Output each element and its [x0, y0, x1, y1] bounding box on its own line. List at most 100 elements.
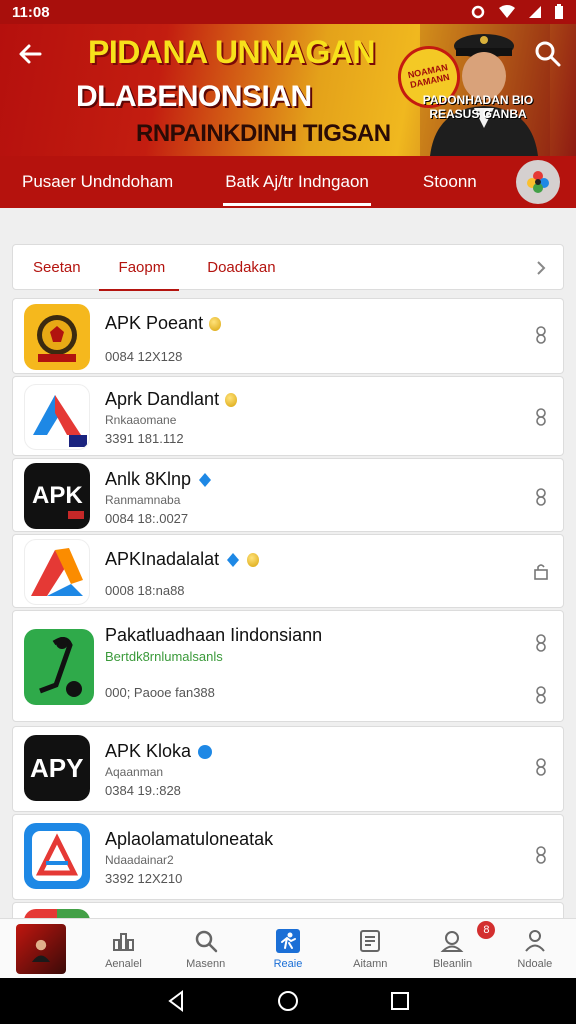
- nav-notifications[interactable]: Bleanlin 8: [411, 919, 496, 978]
- status-bar: 11:08: [0, 0, 576, 24]
- subtab-1[interactable]: Seetan: [33, 244, 81, 290]
- app-name-text: APKInadalalat: [105, 549, 220, 569]
- download-icon[interactable]: [533, 325, 549, 345]
- runner-icon: [275, 928, 300, 953]
- search-icon[interactable]: [532, 38, 564, 70]
- nav-documents[interactable]: Aitamn: [329, 919, 411, 978]
- nav-label: Reaie: [273, 957, 303, 970]
- app-name: APK Poeant: [105, 313, 222, 334]
- app-subtitle: Aqaanman: [105, 765, 164, 779]
- tab-main-3[interactable]: Stoonn: [423, 156, 477, 208]
- download-icon[interactable]: [533, 845, 549, 865]
- app-meta: 3391 181.112: [105, 431, 184, 446]
- nav-account[interactable]: Ndoale: [494, 919, 576, 978]
- profile-card-icon: [440, 930, 463, 952]
- document-icon: [360, 929, 381, 952]
- app-list-item[interactable]: [12, 902, 564, 918]
- signal-icon: [529, 6, 541, 18]
- app-subtitle: Ndaadainar2: [105, 853, 174, 867]
- app-list-item[interactable]: APKInadalalat 0008 18:na88: [12, 534, 564, 608]
- avatar-image: [32, 939, 51, 962]
- app-icon: [24, 823, 90, 889]
- tab-main-1[interactable]: Pusaer Undndoham: [22, 156, 173, 208]
- svg-text:APY: APY: [30, 753, 83, 783]
- app-name: Aplaolamatuloneatak: [105, 829, 273, 850]
- main-tab-bar: Pusaer Undndoham Batk Aj/tr Indngaon Sto…: [0, 156, 576, 208]
- app-meta: 0084 12X128: [105, 349, 183, 364]
- app-meta: 0084 18:.0027: [105, 511, 189, 526]
- app-meta: 0384 19.:828: [105, 783, 181, 798]
- download-icon[interactable]: [533, 407, 549, 427]
- app-name-text: APK Kloka: [105, 741, 192, 761]
- verified-badge-icon: [198, 744, 213, 759]
- nav-home[interactable]: Reaie: [247, 919, 329, 978]
- download-icon[interactable]: [533, 685, 549, 705]
- app-icon: [24, 384, 90, 450]
- banner-title-line2: DLABENONSIAN: [76, 80, 312, 113]
- app-list-item[interactable]: Aprk Dandlant Rnkaaomane 3391 181.112: [12, 376, 564, 456]
- sub-tab-bar: Seetan Faopm Doadakan: [12, 244, 564, 291]
- download-icon[interactable]: [533, 487, 549, 507]
- app-icon: APY: [24, 735, 90, 801]
- app-meta: 0008 18:na88: [105, 583, 185, 598]
- search-icon: [195, 930, 217, 952]
- back-triangle-icon[interactable]: [164, 989, 188, 1013]
- app-icon: APK: [24, 463, 90, 529]
- user-icon: [525, 929, 545, 952]
- app-subtitle: Bertdk8rnlumalsanls: [105, 649, 223, 664]
- nav-search[interactable]: Masenn: [165, 919, 247, 978]
- app-icon: [24, 629, 94, 705]
- wifi-icon: [499, 5, 515, 18]
- content-area[interactable]: Seetan Faopm Doadakan APK Poeant 0084 12…: [0, 208, 576, 918]
- chevron-right-icon[interactable]: [535, 259, 547, 277]
- app-list-item[interactable]: APK Anlk 8Klnp Ranmamnaba 0084 18:.0027: [12, 458, 564, 532]
- app-icon: [24, 909, 90, 918]
- favorite-button[interactable]: [516, 160, 560, 204]
- app-name-text: Aplaolamatuloneatak: [105, 829, 274, 849]
- app-list-item[interactable]: Aplaolamatuloneatak Ndaadainar2 3392 12X…: [12, 814, 564, 900]
- tab-main-2[interactable]: Batk Aj/tr Indngaon: [223, 156, 371, 208]
- coin-badge-icon: [209, 316, 222, 331]
- subtab-3[interactable]: Doadakan: [207, 244, 275, 290]
- coin-badge-icon: [247, 552, 260, 567]
- banner-title-line1: PIDANA UNNAGAN: [88, 34, 375, 70]
- app-list-item[interactable]: APK Poeant 0084 12X128: [12, 298, 564, 374]
- flower-icon: [527, 171, 549, 193]
- app-name: Pakatluadhaan Iindonsiann: [105, 625, 322, 646]
- subtab-2[interactable]: Faopm: [98, 244, 179, 291]
- promo-banner[interactable]: PIDANA UNNAGAN DLABENONSIAN RNPAINKDINH …: [0, 24, 576, 156]
- app-meta: 000; Paooe fan388: [105, 685, 215, 700]
- lock-icon[interactable]: [533, 561, 549, 581]
- battery-icon: [555, 4, 563, 19]
- verified-badge-icon: [199, 472, 212, 487]
- app-name: Anlk 8Klnp: [105, 469, 213, 490]
- nav-label: Masenn: [186, 957, 226, 970]
- bottom-navigation: Aenalel Masenn Reaie Aitamn Bleanlin 8 N…: [0, 918, 576, 978]
- back-arrow-icon[interactable]: [14, 38, 46, 70]
- banner-title-line3: RNPAINKDINH TIGSAN: [136, 120, 391, 147]
- banner-caption: PADONHADAN BIO REASUS GANBA: [422, 93, 534, 121]
- app-icon: [24, 539, 90, 605]
- settings-icon: [471, 5, 485, 19]
- app-name: Aprk Dandlant: [105, 389, 238, 410]
- app-subtitle: Ranmamnaba: [105, 493, 181, 507]
- download-icon[interactable]: [533, 633, 549, 653]
- app-icon: [24, 304, 90, 370]
- nav-label: Ndoale: [517, 957, 553, 970]
- stats-icon: [113, 932, 135, 951]
- nav-label: Aitamn: [353, 957, 388, 970]
- nav-stats[interactable]: Aenalel: [82, 919, 164, 978]
- app-name: APKInadalalat: [105, 549, 260, 570]
- app-list-item[interactable]: APY APK Kloka Aqaanman 0384 19.:828: [12, 726, 564, 812]
- recents-square-icon[interactable]: [388, 989, 412, 1013]
- nav-label: Aenalel: [105, 957, 142, 970]
- app-list-item[interactable]: Pakatluadhaan Iindonsiann Bertdk8rnlumal…: [12, 610, 564, 722]
- home-circle-icon[interactable]: [276, 989, 300, 1013]
- download-icon[interactable]: [533, 757, 549, 777]
- app-meta: 3392 12X210: [105, 871, 183, 886]
- verified-badge-icon: [227, 552, 240, 567]
- system-navigation-bar: [0, 978, 576, 1024]
- app-subtitle: Rnkaaomane: [105, 413, 177, 427]
- nav-profile-avatar[interactable]: [0, 919, 82, 978]
- status-time: 11:08: [12, 3, 50, 21]
